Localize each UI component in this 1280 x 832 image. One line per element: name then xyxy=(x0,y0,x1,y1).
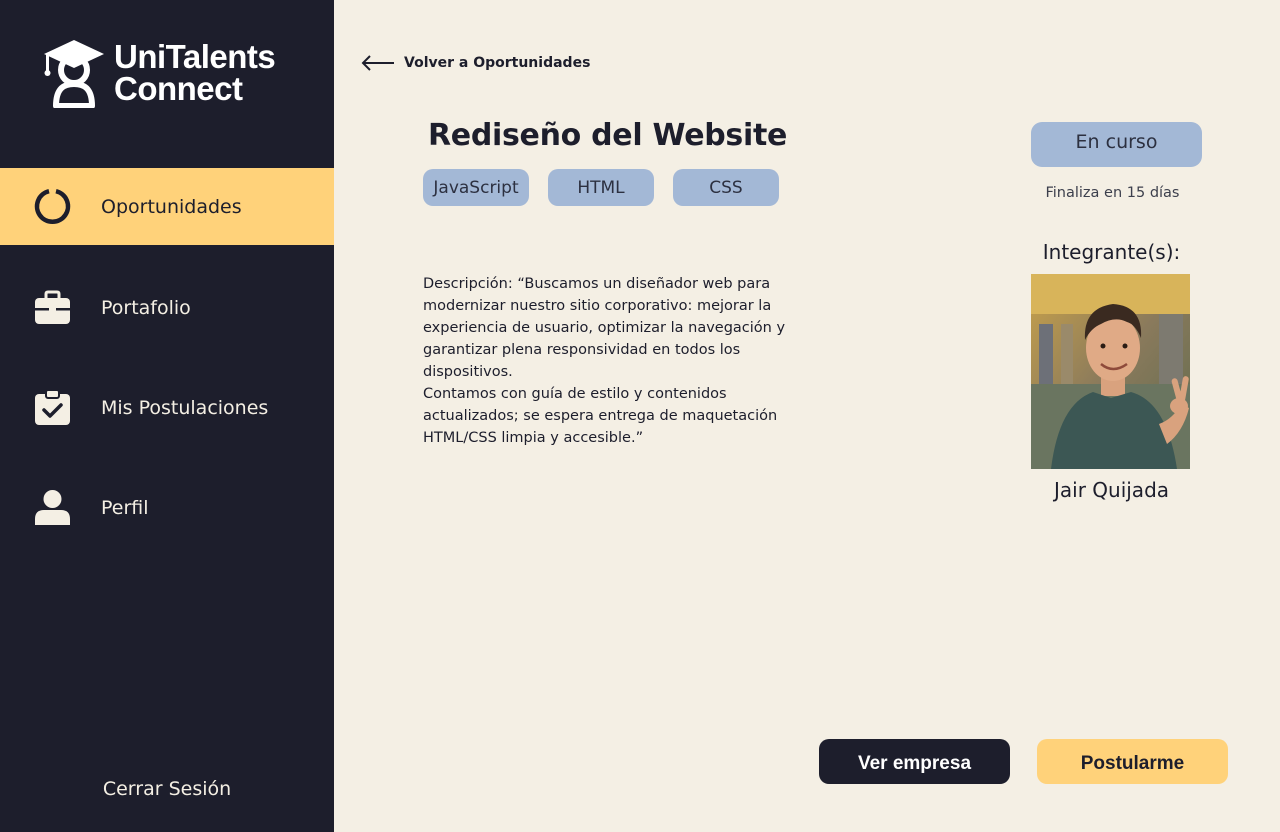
graduate-cap-person-icon xyxy=(44,40,104,108)
page-title: Rediseño del Website xyxy=(428,118,788,153)
deadline-text: Finaliza en 15 días xyxy=(1045,185,1180,201)
skill-tag: HTML xyxy=(548,169,654,206)
back-link-label: Volver a Oportunidades xyxy=(404,55,591,71)
view-company-button[interactable]: Ver empresa xyxy=(819,739,1010,784)
arrow-left-icon xyxy=(361,55,394,71)
status-badge: En curso xyxy=(1031,122,1202,167)
brand-name-line2: Connect xyxy=(114,70,243,107)
member-name: Jair Quijada xyxy=(1053,478,1170,502)
description-paragraph: Descripción: “Buscamos un diseñador web … xyxy=(423,276,786,380)
circle-progress-icon xyxy=(34,188,71,225)
sidebar-item-portafolio[interactable]: Portafolio xyxy=(0,269,334,346)
sidebar-item-label: Oportunidades xyxy=(101,195,242,218)
brand-name: UniTalents Connect xyxy=(114,38,276,107)
opportunity-description: Descripción: “Buscamos un diseñador web … xyxy=(423,273,823,449)
logout-button[interactable]: Cerrar Sesión xyxy=(0,778,334,800)
user-icon xyxy=(34,489,71,526)
member-avatar[interactable] xyxy=(1031,274,1190,469)
brand-logo[interactable]: UniTalents Connect xyxy=(42,38,276,108)
sidebar-item-label: Perfil xyxy=(101,496,149,519)
briefcase-icon xyxy=(34,289,71,326)
skill-tag: CSS xyxy=(673,169,779,206)
member-photo xyxy=(1031,274,1190,469)
sidebar-item-mis-postulaciones[interactable]: Mis Postulaciones xyxy=(0,369,334,446)
clipboard-check-icon xyxy=(34,389,71,426)
skill-tag: JavaScript xyxy=(423,169,529,206)
sidebar-item-label: Mis Postulaciones xyxy=(101,396,269,419)
brand-name-line1: UniTalents xyxy=(114,38,276,75)
sidebar-item-perfil[interactable]: Perfil xyxy=(0,469,334,546)
sidebar-item-oportunidades[interactable]: Oportunidades xyxy=(0,168,334,245)
members-heading: Integrante(s): xyxy=(1042,240,1181,264)
sidebar: UniTalents Connect Oportunidades Portafo… xyxy=(0,0,334,832)
back-link[interactable]: Volver a Oportunidades xyxy=(361,52,590,74)
apply-button[interactable]: Postularme xyxy=(1037,739,1228,784)
description-paragraph: Contamos con guía de estilo y contenidos… xyxy=(423,386,778,446)
sidebar-item-label: Portafolio xyxy=(101,296,191,319)
